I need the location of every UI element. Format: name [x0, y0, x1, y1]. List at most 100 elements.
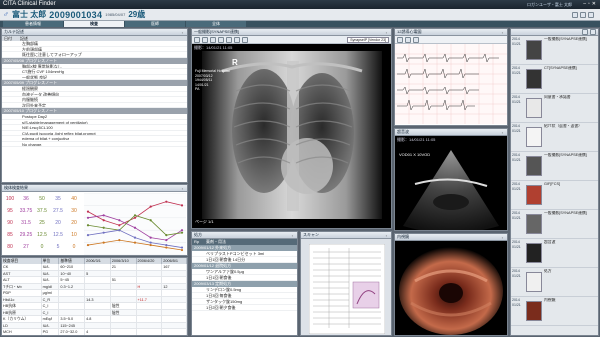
karte-text: 左前頭部痛: [22, 46, 42, 51]
lab-cell: 12: [162, 283, 187, 289]
panel-title: 検体検査結果: [4, 185, 28, 190]
data-point: [102, 231, 105, 234]
karte-text: Postope Day2: [22, 114, 48, 119]
ecg-image[interactable]: [395, 44, 507, 124]
maximize-icon[interactable]: ▫: [180, 30, 185, 35]
measure-icon[interactable]: [413, 36, 419, 43]
timeline-item[interactable]: 2014 01/21 処方: [511, 268, 598, 297]
print-icon[interactable]: [572, 12, 578, 18]
timeline-item[interactable]: 2014 01/21 内視鏡: [511, 297, 598, 326]
vitals-value: 12.5: [53, 232, 63, 238]
timeline-thumbnail[interactable]: [526, 127, 542, 147]
sort-icon[interactable]: [590, 29, 596, 35]
lab-cell: 21: [111, 264, 137, 270]
timeline-item[interactable]: 2014 01/21 超音波: [511, 239, 598, 268]
data-point: [118, 239, 121, 242]
tab-exam[interactable]: 検査: [64, 21, 124, 27]
timeline-thumbnail[interactable]: [526, 156, 542, 176]
lab-cell: PG: [42, 329, 60, 335]
tab-patient[interactable]: 患者情報: [3, 21, 63, 27]
vitals-value: 95: [7, 208, 13, 214]
lab-cell: PDP: [2, 290, 42, 296]
filter-icon[interactable]: [582, 29, 588, 35]
zoom-icon[interactable]: [194, 36, 200, 43]
lab-cell: 0.3~1.2: [59, 283, 86, 289]
pan-icon[interactable]: [202, 36, 208, 43]
timeline-day: 01/21: [512, 128, 521, 133]
timeline-thumbnail[interactable]: [526, 40, 542, 60]
lab-cell: [137, 329, 163, 335]
lab-table[interactable]: 検査項目 単位 基準値 2006/3/1 2006/3/10 2006/4/20 2006/…: [2, 258, 187, 335]
maximize-icon[interactable]: ▫: [500, 130, 505, 135]
data-point: [102, 226, 105, 229]
data-point: [86, 234, 90, 237]
data-point: [149, 219, 152, 222]
data-point: [180, 229, 184, 232]
echo-panel: 超音波 ▫ 撮影：14/01/21 11:05 VOD01 X 10VOD: [394, 128, 508, 231]
measure-icon[interactable]: [234, 36, 240, 43]
maximize-icon[interactable]: ▫: [384, 30, 389, 35]
maximize-icon[interactable]: ▫: [384, 233, 389, 238]
zoom-icon[interactable]: [397, 36, 403, 43]
data-point: [165, 246, 168, 249]
vitals-row: 95 33.75 37.5 27.5 30: [2, 205, 82, 217]
maximize-icon[interactable]: ▫: [500, 235, 505, 240]
maximize-icon[interactable]: ▫: [290, 233, 295, 238]
window-controls[interactable]: –▫✕: [583, 0, 598, 9]
lab-cell: 5~45: [59, 277, 86, 283]
lab-cell: 60~210: [59, 264, 86, 270]
timeline-list[interactable]: 2014 01/21 一般撮影[SYNAPSE連携] 2014 01/21 CT[SYNA…: [511, 36, 598, 326]
timeline-thumbnail[interactable]: [526, 301, 542, 321]
window-level-icon[interactable]: [210, 36, 216, 43]
patient-bar: ♂ 富士 太郎 2009001034 1985/04/07 29歳: [0, 9, 600, 21]
timeline-thumbnail[interactable]: [526, 69, 542, 89]
svg-text:VOD01 X 10VOD: VOD01 X 10VOD: [399, 152, 430, 157]
timeline-item[interactable]: 2014 01/21 一般撮影[SYNAPSE連携]: [511, 152, 598, 181]
vitals-value: 10: [71, 232, 77, 238]
reset-icon[interactable]: [242, 36, 248, 43]
lab-cell: [137, 277, 163, 283]
settings-icon[interactable]: [580, 12, 586, 18]
maximize-icon[interactable]: ▫: [180, 186, 185, 191]
timeline-item[interactable]: 2014 01/21 CT[SYNAPSE連携]: [511, 65, 598, 94]
lab-cell: [137, 264, 163, 270]
lab-cell: [162, 316, 187, 322]
karte-header: カルテ記述 ▫: [2, 29, 187, 36]
lab-cell: [59, 296, 86, 302]
lab-cell: C_I: [42, 303, 60, 309]
xray-page: ページ 1/1: [195, 219, 214, 224]
data-point: [102, 219, 105, 222]
timeline-item[interactable]: 2014 01/21 紹介状（返書・返書）: [511, 123, 598, 152]
timeline-thumbnail[interactable]: [526, 214, 542, 234]
app-title: CITA Clinical Finder: [3, 1, 56, 7]
maximize-icon[interactable]: ▫: [500, 30, 505, 35]
lab-cell: [111, 329, 137, 335]
lab-cell: AST: [2, 270, 42, 276]
vitals-value: 30: [71, 208, 77, 214]
timeline-thumbnail[interactable]: [526, 243, 542, 263]
timeline-item[interactable]: 2014 01/21 一般撮影[SYNAPSE連携]: [511, 210, 598, 239]
timeline-item[interactable]: 2014 01/21 一般撮影[SYNAPSE連携]: [511, 36, 598, 65]
endoscope-image[interactable]: [395, 241, 507, 335]
rx-list[interactable]: 2009/01/12 外来処方 ベリプラストPコンビセット 3ml 1日1回 朝食後…: [192, 245, 297, 311]
flip-icon[interactable]: [226, 36, 232, 43]
viewer-select[interactable]: SynapseIP [Vendor 23]: [347, 36, 389, 43]
timeline-label: 紹介状（返書・返書）: [544, 124, 582, 128]
data-point: [149, 205, 152, 208]
help-icon[interactable]: [588, 12, 594, 18]
lab-row[interactable]: MCH PG 27.0~32.0 4: [2, 329, 187, 335]
karte-list[interactable]: 左胸部痛 左前頭部痛 既往歴に注意してフォローアップ 2007/05/08 プログレス…: [2, 41, 187, 147]
tab-all[interactable]: 全体: [186, 21, 246, 27]
rotate-icon[interactable]: [218, 36, 224, 43]
timeline-thumbnail[interactable]: [526, 272, 542, 292]
timeline-item[interactable]: 2014 01/21 GIF[FCS]: [511, 181, 598, 210]
print-icon[interactable]: [405, 36, 411, 43]
lab-cell: 陰性: [111, 303, 137, 309]
lab-cell: [111, 283, 137, 289]
ultrasound-image[interactable]: VOD01 X 10VOD: [395, 144, 507, 231]
timeline-thumbnail[interactable]: [526, 98, 542, 118]
tab-doctor[interactable]: 医師: [125, 21, 185, 27]
timeline-thumbnail[interactable]: [526, 185, 542, 205]
scanned-document[interactable]: [309, 244, 385, 334]
timeline-item[interactable]: 2014 01/21 同意書・承諾書: [511, 94, 598, 123]
